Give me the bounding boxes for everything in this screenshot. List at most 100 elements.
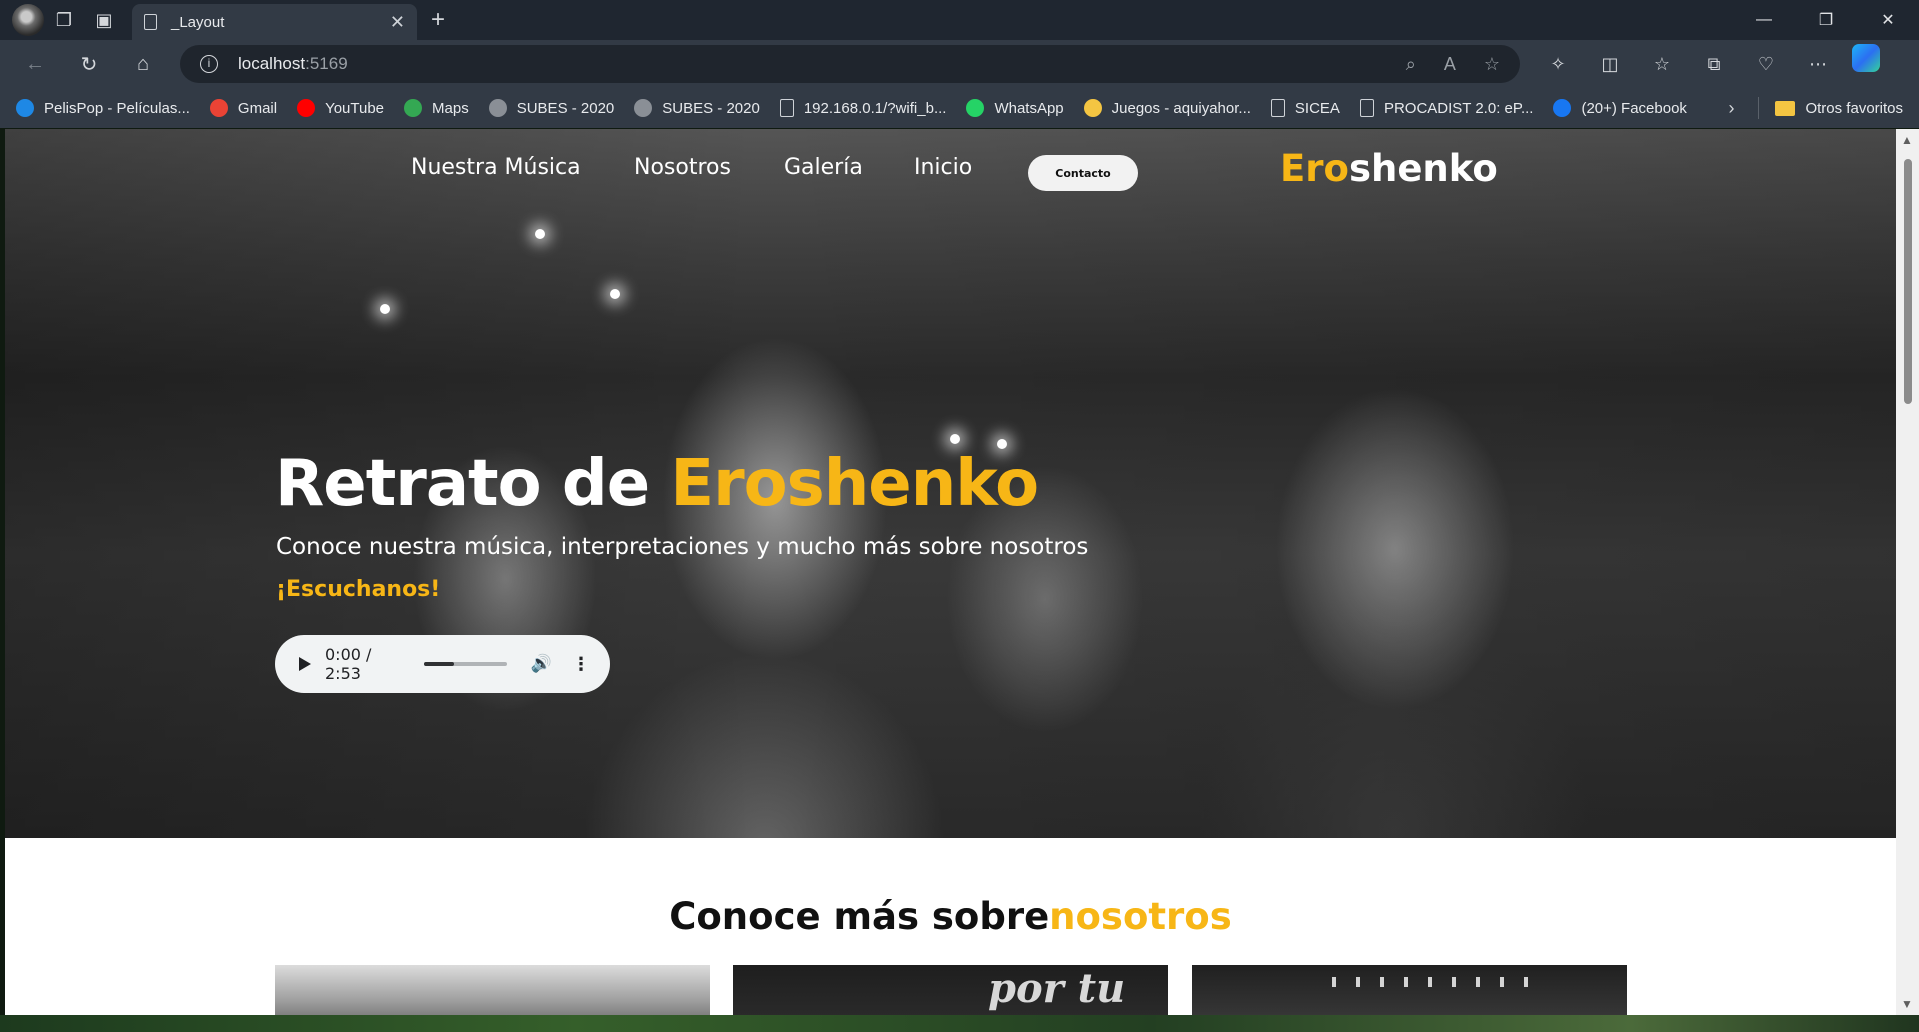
brand-logo[interactable]: Eroshenko xyxy=(1280,147,1498,190)
bookmark-item[interactable]: SICEA xyxy=(1270,99,1340,117)
nav-galeria[interactable]: Galería xyxy=(784,155,863,180)
minimize-button[interactable]: — xyxy=(1733,0,1795,40)
bookmark-favicon-icon xyxy=(779,99,794,117)
address-toolbar: ← ↻ ⌂ i localhost:5169 ⌕ A ☆ ✧ ◫ ☆ ⧉ ♡ ⋯ xyxy=(0,40,1919,88)
read-aloud-icon[interactable]: A xyxy=(1444,54,1456,75)
extensions-icon[interactable]: ✧ xyxy=(1532,44,1584,84)
contact-button[interactable]: Contacto xyxy=(1028,155,1138,191)
nav-inicio[interactable]: Inicio xyxy=(914,155,972,180)
page-scrollbar[interactable]: ▲ ▼ xyxy=(1896,129,1919,1015)
bookmark-favicon-icon xyxy=(1553,99,1572,117)
bookmark-item[interactable]: Juegos - aquiyahor... xyxy=(1083,99,1251,117)
hero-title-main: Retrato de xyxy=(275,447,671,521)
refresh-button[interactable]: ↻ xyxy=(62,44,116,84)
bookmark-label: SICEA xyxy=(1294,99,1340,117)
nav-nuestra-musica[interactable]: Nuestra Música xyxy=(411,155,581,180)
bookmark-favicon-icon xyxy=(297,99,316,117)
address-bar[interactable]: i localhost:5169 ⌕ A ☆ xyxy=(180,45,1520,83)
bookmark-item[interactable]: Maps xyxy=(404,99,469,117)
tab-layout[interactable]: _Layout ✕ xyxy=(132,4,417,40)
tab-actions-icon[interactable]: ▣ xyxy=(84,0,124,40)
bookmark-item[interactable]: (20+) Facebook xyxy=(1553,99,1687,117)
about-heading: Conoce más sobrenosotros xyxy=(5,895,1896,938)
bookmarks-overflow-icon[interactable]: › xyxy=(1728,98,1734,119)
bookmark-label: Gmail xyxy=(237,99,278,117)
scrollbar-thumb[interactable] xyxy=(1904,159,1912,404)
audio-options-icon[interactable]: ⋮ xyxy=(572,654,590,675)
bookmark-label: YouTube xyxy=(325,99,385,117)
profile-avatar[interactable] xyxy=(12,4,44,36)
copilot-icon[interactable] xyxy=(1852,44,1880,72)
bookmark-label: (20+) Facebook xyxy=(1581,99,1687,117)
bookmark-label: WhatsApp xyxy=(994,99,1064,117)
more-menu-icon[interactable]: ⋯ xyxy=(1792,44,1844,84)
bookmark-favicon-icon xyxy=(1083,99,1102,117)
bookmark-item[interactable]: Gmail xyxy=(209,99,278,117)
bookmark-label: PelisPop - Películas... xyxy=(44,99,190,117)
card-photo-text: por tu xyxy=(988,965,1126,1012)
audio-seek-bar[interactable] xyxy=(423,662,507,666)
site-nav: Nuestra Música Nosotros Galería Inicio C… xyxy=(5,147,1896,205)
bookmark-label: Juegos - aquiyahor... xyxy=(1111,99,1251,117)
home-button[interactable]: ⌂ xyxy=(116,44,170,84)
new-tab-button[interactable]: + xyxy=(431,6,445,34)
bookmark-item[interactable]: SUBES - 2020 xyxy=(634,99,760,117)
audio-time: 0:00 / 2:53 xyxy=(325,645,372,683)
hero-subtitle: Conoce nuestra música, interpretaciones … xyxy=(276,534,1089,560)
bookmark-favicon-icon xyxy=(966,99,985,117)
about-card-photo-3 xyxy=(1192,965,1627,1015)
bookmark-item[interactable]: YouTube xyxy=(297,99,384,117)
bookmark-favicon-icon xyxy=(16,99,34,117)
window-controls: — ❐ ✕ xyxy=(1733,0,1919,40)
restore-button[interactable]: ❐ xyxy=(1795,0,1857,40)
about-card-photo-2: por tu xyxy=(733,965,1168,1015)
favorite-star-icon[interactable]: ☆ xyxy=(1484,54,1500,75)
other-favorites-label: Otros favoritos xyxy=(1805,99,1903,117)
site-info-icon[interactable]: i xyxy=(200,55,218,73)
play-icon[interactable] xyxy=(299,657,311,671)
tab-title: _Layout xyxy=(171,13,225,31)
bookmark-favicon-icon xyxy=(1270,99,1285,117)
other-favorites[interactable]: Otros favoritos xyxy=(1775,100,1903,117)
workspaces-icon[interactable]: ❐ xyxy=(44,0,84,40)
stage-light xyxy=(380,304,390,314)
tab-strip: ❐ ▣ _Layout ✕ + — ❐ ✕ xyxy=(0,0,1919,40)
url-host: localhost xyxy=(238,54,306,73)
bookmark-item[interactable]: PROCADIST 2.0: eP... xyxy=(1359,99,1534,117)
desktop-wallpaper-strip xyxy=(0,1015,1919,1032)
bookmark-label: SUBES - 2020 xyxy=(516,99,615,117)
bookmark-item[interactable]: PelisPop - Películas... xyxy=(16,99,190,117)
back-button[interactable]: ← xyxy=(8,44,62,84)
bookmark-label: Maps xyxy=(432,99,469,117)
page-viewport: Nuestra Música Nosotros Galería Inicio C… xyxy=(5,129,1896,1015)
bookmark-item[interactable]: 192.168.0.1/?wifi_b... xyxy=(779,99,946,117)
volume-icon[interactable]: 🔊 xyxy=(531,654,552,674)
audio-seek-fill xyxy=(423,662,454,666)
hero-section: Nuestra Música Nosotros Galería Inicio C… xyxy=(5,129,1896,838)
scroll-down-arrow[interactable]: ▼ xyxy=(1901,997,1913,1011)
close-tab-icon[interactable]: ✕ xyxy=(390,12,405,33)
bookmark-favicon-icon xyxy=(634,99,653,117)
bookmark-favicon-icon xyxy=(488,99,507,117)
split-screen-icon[interactable]: ◫ xyxy=(1584,44,1636,84)
bookmark-item[interactable]: SUBES - 2020 xyxy=(488,99,615,117)
bookmark-favicon-icon xyxy=(209,99,228,117)
zoom-icon[interactable]: ⌕ xyxy=(1406,54,1416,75)
nav-nosotros[interactable]: Nosotros xyxy=(634,155,731,180)
folder-icon xyxy=(1775,100,1796,116)
page-icon xyxy=(144,14,157,30)
hero-cta: ¡Escuchanos! xyxy=(276,577,441,602)
scroll-up-arrow[interactable]: ▲ xyxy=(1901,133,1913,147)
hero-title-accent: Eroshenko xyxy=(670,447,1039,521)
stage-light xyxy=(535,229,545,239)
browser-essentials-icon[interactable]: ♡ xyxy=(1740,44,1792,84)
bookmark-item[interactable]: WhatsApp xyxy=(966,99,1064,117)
bookmark-favicon-icon xyxy=(1359,99,1374,117)
bookmark-label: PROCADIST 2.0: eP... xyxy=(1383,99,1534,117)
audio-player: 0:00 / 2:53 🔊 ⋮ xyxy=(275,635,610,693)
brand-accent: Ero xyxy=(1280,147,1349,190)
close-window-button[interactable]: ✕ xyxy=(1857,0,1919,40)
collections-icon[interactable]: ⧉ xyxy=(1688,44,1740,84)
favorites-icon[interactable]: ☆ xyxy=(1636,44,1688,84)
about-title-accent: nosotros xyxy=(1049,895,1232,938)
